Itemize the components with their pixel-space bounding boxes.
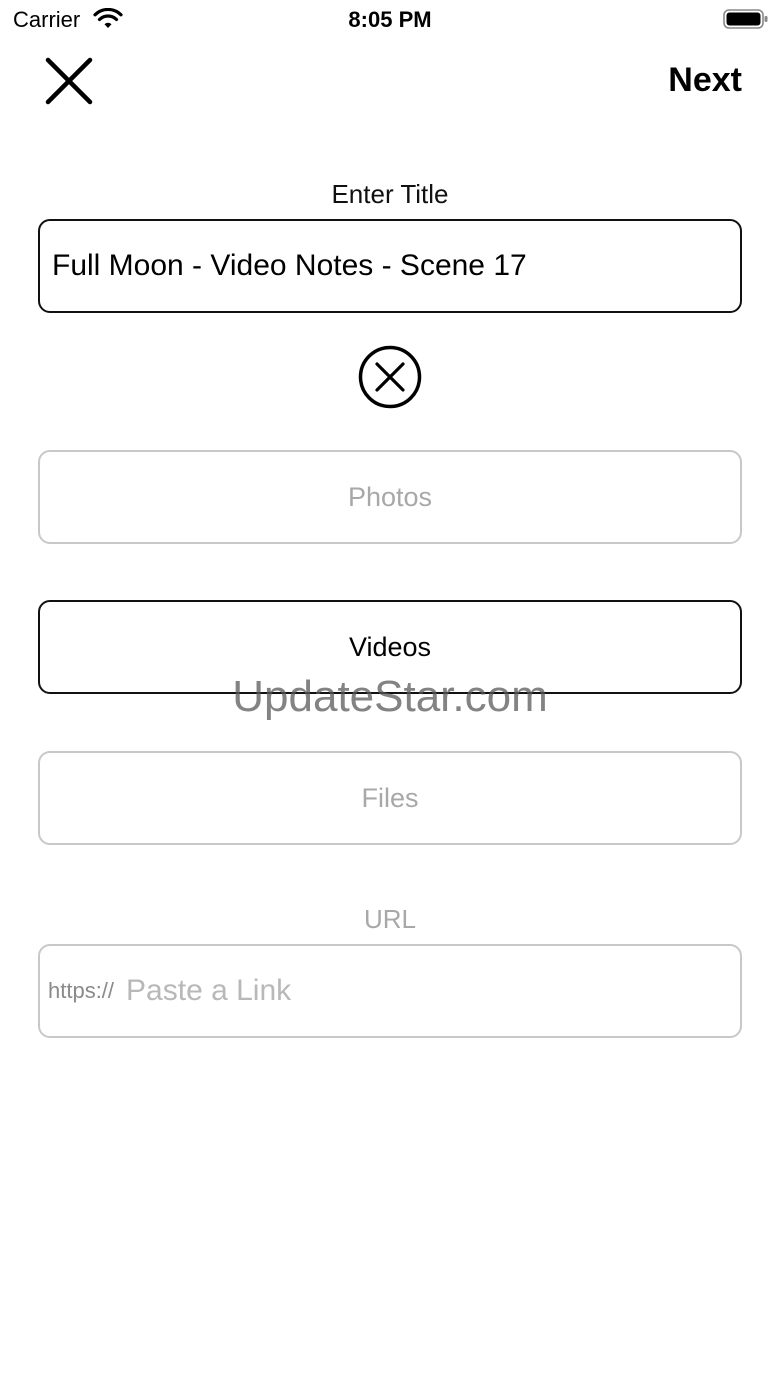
photos-label: Photos — [347, 481, 433, 512]
url-input[interactable] — [124, 973, 740, 1009]
files-button[interactable]: Files — [38, 751, 742, 845]
photos-button[interactable]: Photos — [38, 450, 742, 544]
url-label: URL — [363, 904, 416, 934]
status-bar: Carrier 8:05 PM — [0, 0, 780, 40]
clear-title-button[interactable] — [358, 345, 422, 409]
videos-label: Videos — [348, 631, 432, 662]
close-button[interactable] — [38, 50, 100, 112]
clock: 8:05 PM — [348, 7, 432, 32]
title-input[interactable] — [38, 219, 742, 313]
url-prefix: https:// — [48, 978, 115, 1003]
next-button[interactable]: Next — [668, 58, 742, 102]
screen: Carrier 8:05 PM Next Enter Title Photos … — [0, 0, 780, 1387]
files-label: Files — [361, 782, 419, 813]
url-field[interactable]: https:// — [38, 944, 742, 1038]
close-icon — [45, 57, 93, 105]
videos-button[interactable]: Videos — [38, 600, 742, 694]
battery-icon — [723, 9, 768, 29]
title-label: Enter Title — [331, 179, 449, 209]
